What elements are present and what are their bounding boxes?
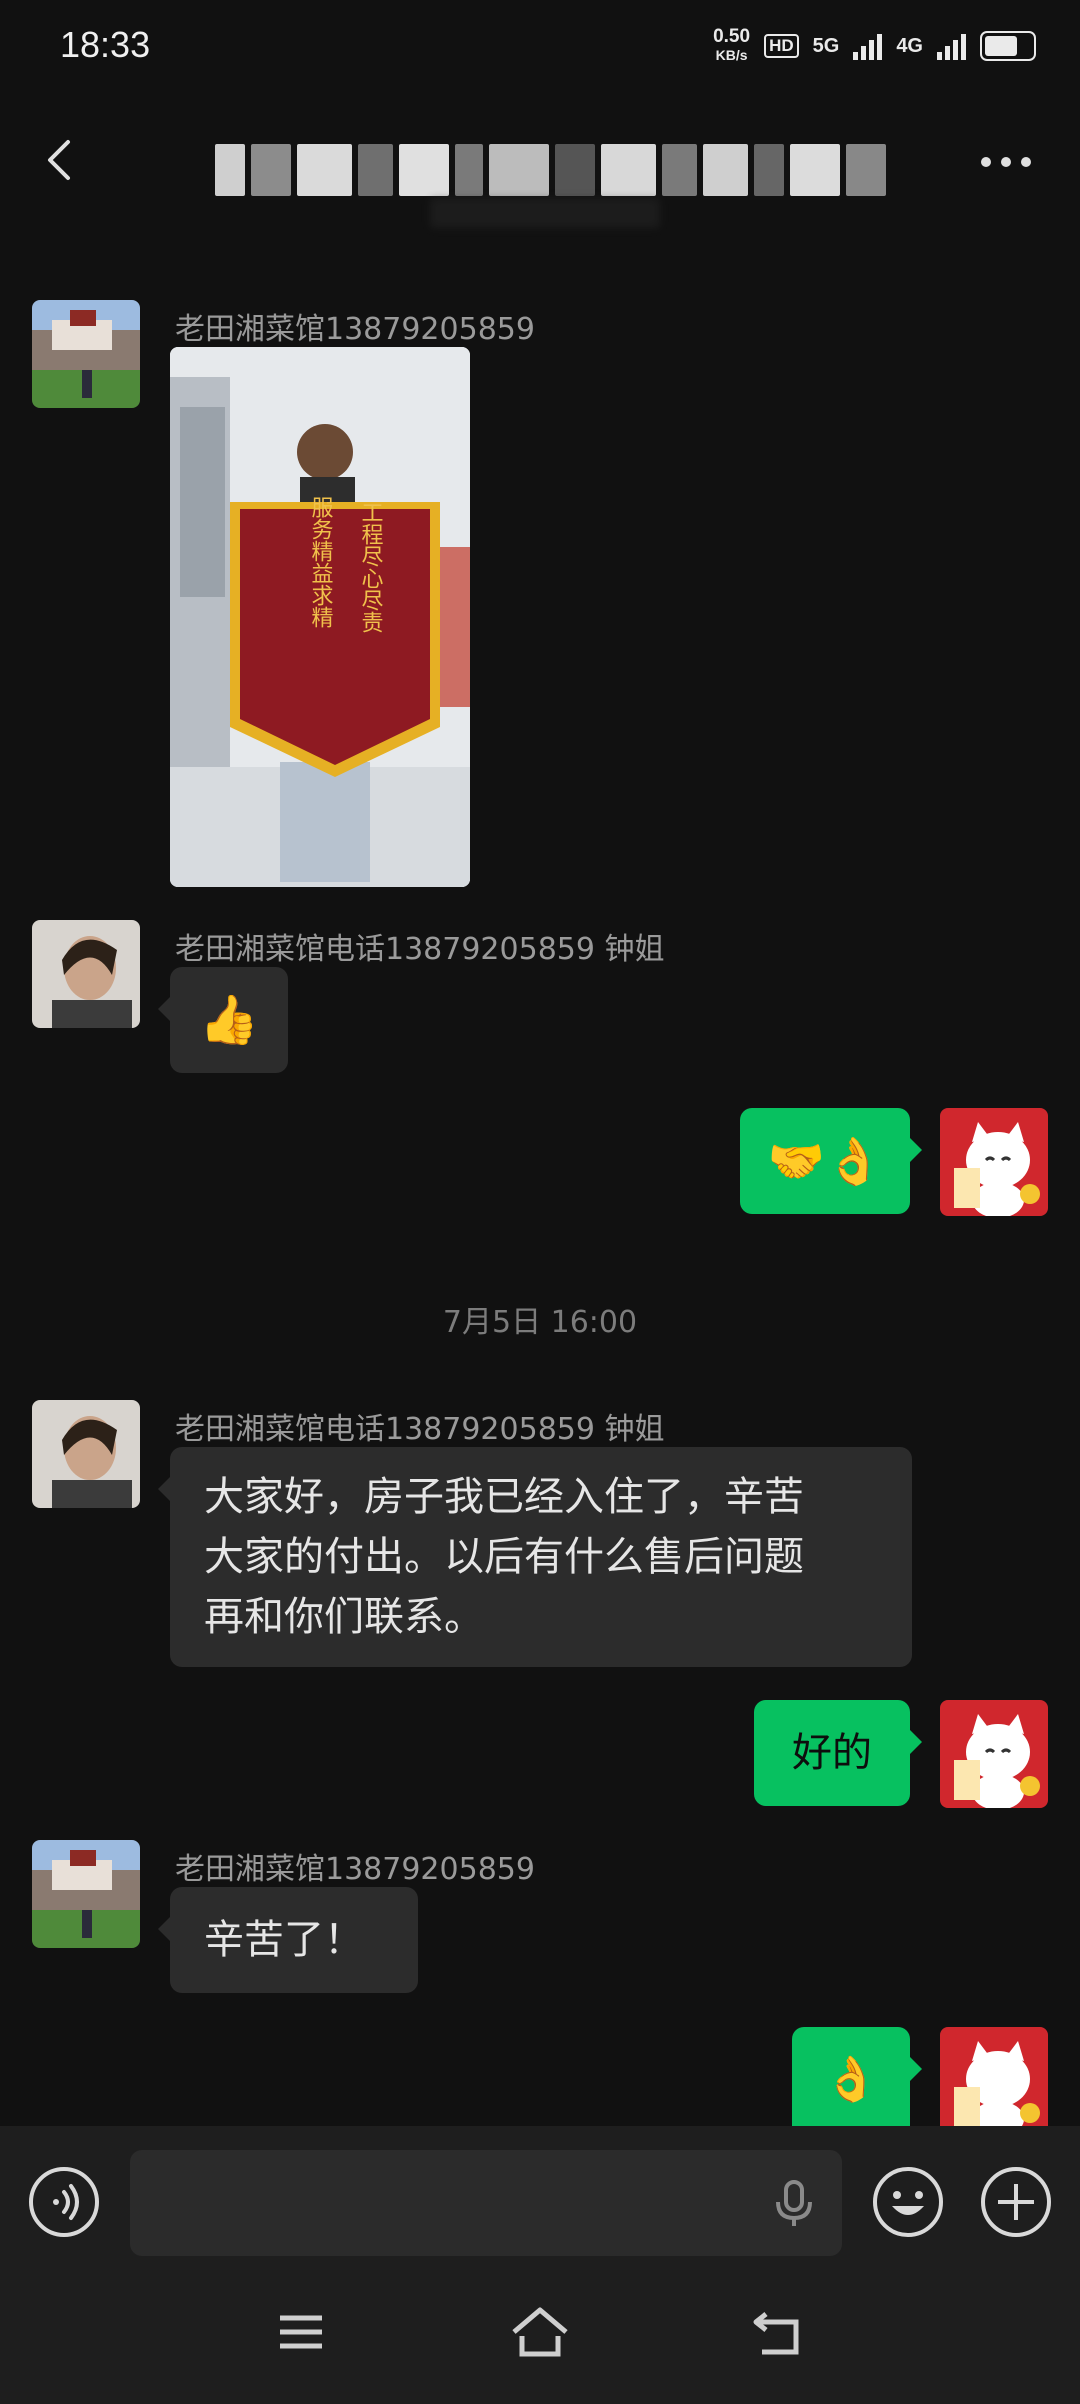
home-icon[interactable]	[510, 2306, 570, 2358]
avatar-lucky-cat[interactable]	[940, 2027, 1048, 2126]
sender-name: 老田湘菜馆13879205859	[175, 1852, 535, 1887]
sender-name: 老田湘菜馆电话13879205859 钟姐	[175, 1412, 665, 1447]
avatar-lucky-cat[interactable]	[940, 1108, 1048, 1216]
signal-4g-label: 4G	[896, 34, 923, 57]
banner-line-2: 服务精益求精	[308, 496, 334, 628]
message-bubble-in[interactable]: 👍	[158, 967, 288, 1073]
date-separator: 7月5日 16:00	[442, 1305, 638, 1340]
battery-icon	[980, 31, 1036, 61]
message-input[interactable]	[130, 2150, 842, 2256]
more-icon[interactable]	[978, 152, 1034, 172]
avatar-lucky-cat[interactable]	[940, 1700, 1048, 1808]
message-bubble-in[interactable]: 辛苦了！	[158, 1887, 418, 1993]
message-bubble-out[interactable]: 好的	[754, 1700, 922, 1806]
back-icon[interactable]	[38, 136, 86, 184]
avatar-woman[interactable]	[32, 1400, 140, 1508]
mic-icon[interactable]	[774, 2180, 814, 2228]
status-indicators: 0.50 KB/s HD 5G 4G	[713, 26, 1036, 64]
message-bubble-in[interactable]: 大家好，房子我已经入住了，辛苦 大家的付出。以后有什么售后问题 再和你们联系。	[158, 1447, 912, 1667]
status-time: 18:33	[60, 24, 151, 65]
shared-photo[interactable]: 工程尽心尽责 服务精益求精	[170, 347, 470, 887]
message-bubble-out[interactable]: 👌	[792, 2027, 922, 2126]
chat-title-obscured	[215, 144, 895, 196]
input-bar	[0, 2126, 1080, 2276]
net-speed: 0.50 KB/s	[713, 26, 751, 63]
signal-5g-label: 5G	[812, 34, 840, 57]
menu-icon[interactable]	[276, 2312, 326, 2352]
signal-5g-icon	[853, 32, 883, 60]
plus-icon[interactable]	[980, 2166, 1052, 2238]
voice-icon[interactable]	[28, 2166, 100, 2238]
message-bubble-out[interactable]: 🤝👌	[740, 1108, 922, 1214]
avatar-palace[interactable]	[32, 1840, 140, 1948]
faded-timestamp	[430, 198, 660, 228]
sender-name: 老田湘菜馆电话13879205859 钟姐	[175, 932, 665, 967]
system-nav-bar	[0, 2276, 1080, 2404]
sender-name: 老田湘菜馆13879205859	[175, 312, 535, 347]
nav-back-icon[interactable]	[752, 2308, 804, 2356]
status-bar: 18:33 0.50 KB/s HD 5G 4G	[0, 0, 1080, 96]
avatar-palace[interactable]	[32, 300, 140, 408]
signal-4g-icon	[937, 32, 966, 60]
banner-line-1: 工程尽心尽责	[358, 501, 384, 633]
hd-badge: HD	[764, 34, 799, 58]
avatar-woman[interactable]	[32, 920, 140, 1028]
emoji-icon[interactable]	[872, 2166, 944, 2238]
